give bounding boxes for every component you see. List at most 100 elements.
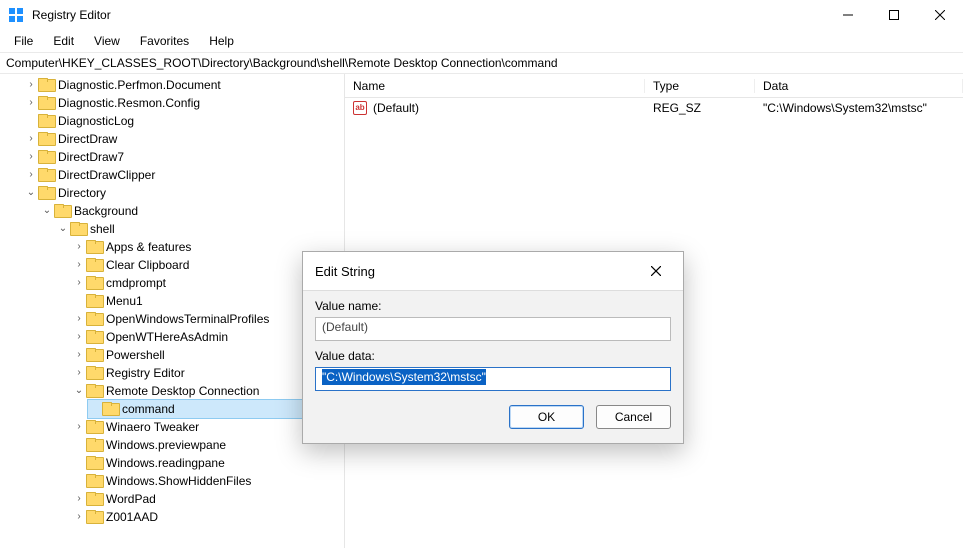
expand-icon[interactable]: › — [72, 274, 86, 292]
value-data-field[interactable]: "C:\Windows\System32\mstsc" — [315, 367, 671, 391]
tree-label: DiagnosticLog — [58, 112, 134, 130]
folder-icon — [86, 276, 102, 290]
column-type[interactable]: Type — [645, 79, 755, 93]
tree-label: Clear Clipboard — [106, 256, 189, 274]
folder-icon — [86, 240, 102, 254]
expand-icon[interactable]: › — [24, 148, 38, 166]
list-header: Name Type Data — [345, 74, 963, 98]
tree-label: Powershell — [106, 346, 165, 364]
tree-label: OpenWindowsTerminalProfiles — [106, 310, 269, 328]
folder-icon — [54, 204, 70, 218]
tree-item[interactable]: › Diagnostic.Resmon.Config — [24, 94, 344, 112]
folder-icon — [86, 438, 102, 452]
tree-label: Background — [74, 202, 138, 220]
expand-icon[interactable]: › — [72, 490, 86, 508]
folder-icon — [86, 492, 102, 506]
tree-pane[interactable]: ›Diagnostic.Perfmon.Document › Diagnostic… — [0, 74, 345, 548]
folder-icon — [38, 114, 54, 128]
folder-icon — [86, 420, 102, 434]
folder-icon — [86, 258, 102, 272]
close-button[interactable] — [917, 0, 963, 30]
folder-icon — [86, 474, 102, 488]
folder-icon — [38, 78, 54, 92]
collapse-icon[interactable]: ⌄ — [40, 202, 54, 220]
ok-button[interactable]: OK — [509, 405, 584, 429]
tree-label: WordPad — [106, 490, 156, 508]
tree-item[interactable]: ·Windows.ShowHiddenFiles — [72, 472, 344, 490]
tree-label: Windows.readingpane — [106, 454, 225, 472]
tree-label: Registry Editor — [106, 364, 185, 382]
window-controls — [825, 0, 963, 30]
dialog-title: Edit String — [315, 264, 641, 279]
cancel-button[interactable]: Cancel — [596, 405, 671, 429]
expand-icon[interactable]: › — [72, 418, 86, 436]
collapse-icon[interactable]: ⌄ — [56, 220, 70, 238]
tree-label: shell — [90, 220, 115, 238]
expand-icon[interactable]: › — [72, 310, 86, 328]
tree-label: cmdprompt — [106, 274, 166, 292]
column-data[interactable]: Data — [755, 79, 963, 93]
folder-icon — [86, 312, 102, 326]
tree-label: Apps & features — [106, 238, 191, 256]
menu-edit[interactable]: Edit — [45, 32, 82, 50]
tree-label: command — [122, 400, 175, 418]
folder-icon — [38, 186, 54, 200]
menu-help[interactable]: Help — [201, 32, 242, 50]
folder-icon — [86, 330, 102, 344]
tree-label: DirectDraw — [58, 130, 117, 148]
tree-label: Winaero Tweaker — [106, 418, 199, 436]
expand-icon[interactable]: › — [72, 328, 86, 346]
tree-item[interactable]: › DirectDraw — [24, 130, 344, 148]
string-value-icon: ab — [353, 101, 367, 115]
folder-icon — [86, 384, 102, 398]
menu-favorites[interactable]: Favorites — [132, 32, 197, 50]
tree-item[interactable]: ›Diagnostic.Perfmon.Document — [24, 76, 344, 94]
tree-item-shell[interactable]: ⌄ shell — [56, 220, 344, 238]
folder-icon — [86, 456, 102, 470]
edit-string-dialog: Edit String Value name: (Default) Value … — [302, 251, 684, 444]
tree-item[interactable]: › Z001AAD — [72, 508, 344, 526]
tree-item-directory[interactable]: ⌄Directory — [24, 184, 344, 202]
tree-item[interactable]: › DirectDraw7 — [24, 148, 344, 166]
tree-item[interactable]: ›DirectDrawClipper — [24, 166, 344, 184]
expand-icon[interactable]: › — [72, 256, 86, 274]
title-bar: Registry Editor — [0, 0, 963, 30]
value-name-field[interactable]: (Default) — [315, 317, 671, 341]
tree-label: DirectDraw7 — [58, 148, 124, 166]
value-data-label: Value data: — [315, 349, 671, 363]
folder-icon — [38, 96, 54, 110]
list-row[interactable]: ab (Default) REG_SZ "C:\Windows\System32… — [345, 98, 963, 118]
expand-icon[interactable]: › — [24, 94, 38, 112]
tree-item-background[interactable]: ⌄ Background — [40, 202, 344, 220]
expand-icon[interactable]: › — [24, 76, 38, 94]
tree-item[interactable]: › WordPad — [72, 490, 344, 508]
maximize-button[interactable] — [871, 0, 917, 30]
column-name[interactable]: Name — [345, 79, 645, 93]
dialog-title-bar[interactable]: Edit String — [303, 252, 683, 290]
expand-icon[interactable]: › — [24, 166, 38, 184]
folder-icon — [102, 402, 118, 416]
expand-icon[interactable]: › — [72, 238, 86, 256]
expand-icon[interactable]: › — [72, 364, 86, 382]
folder-icon — [86, 348, 102, 362]
tree-item[interactable]: ·Windows.readingpane — [72, 454, 344, 472]
tree-label: Diagnostic.Resmon.Config — [58, 94, 200, 112]
collapse-icon[interactable]: ⌄ — [72, 382, 86, 400]
minimize-button[interactable] — [825, 0, 871, 30]
tree-label: Remote Desktop Connection — [106, 382, 259, 400]
collapse-icon[interactable]: ⌄ — [24, 184, 38, 202]
window-title: Registry Editor — [32, 8, 111, 22]
menu-file[interactable]: File — [6, 32, 41, 50]
address-path: Computer\HKEY_CLASSES_ROOT\Directory\Bac… — [6, 56, 558, 70]
dialog-close-button[interactable] — [641, 263, 671, 279]
value-data: "C:\Windows\System32\mstsc" — [755, 101, 963, 115]
tree-label: Windows.previewpane — [106, 436, 226, 454]
tree-label: Windows.ShowHiddenFiles — [106, 472, 251, 490]
tree-label: Z001AAD — [106, 508, 158, 526]
expand-icon[interactable]: › — [72, 508, 86, 526]
expand-icon[interactable]: › — [72, 346, 86, 364]
expand-icon[interactable]: › — [24, 130, 38, 148]
tree-item[interactable]: ·DiagnosticLog — [24, 112, 344, 130]
menu-view[interactable]: View — [86, 32, 128, 50]
address-bar[interactable]: Computer\HKEY_CLASSES_ROOT\Directory\Bac… — [0, 52, 963, 74]
